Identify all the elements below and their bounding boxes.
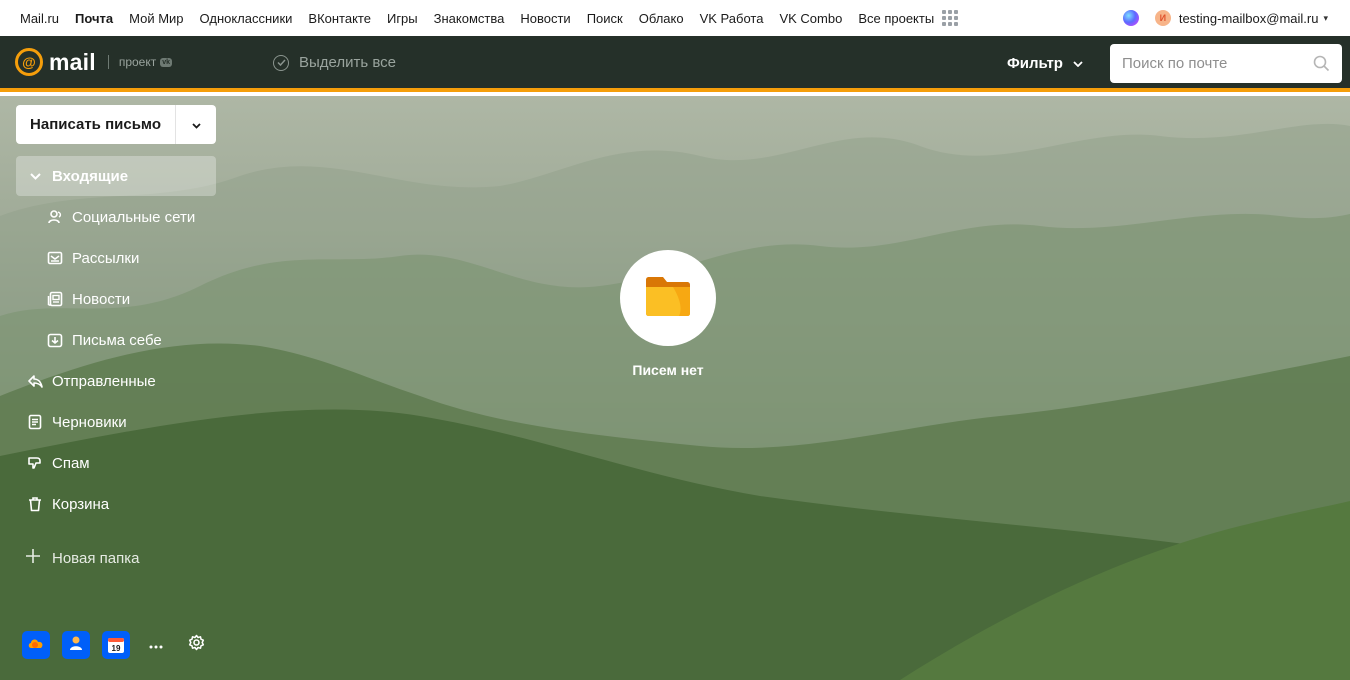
search-input[interactable] bbox=[1122, 55, 1312, 72]
user-email[interactable]: testing-mailbox@mail.ru bbox=[1179, 11, 1319, 26]
trash-icon bbox=[26, 495, 44, 513]
apps-grid-icon[interactable] bbox=[942, 10, 959, 26]
more-apps-button[interactable] bbox=[142, 631, 170, 659]
sidebar-item-label: Письма себе bbox=[72, 331, 162, 349]
sidebar-item-newsletters[interactable]: Рассылки bbox=[16, 238, 216, 278]
draft-document-icon bbox=[26, 413, 44, 431]
sidebar-item-spam[interactable]: Спам bbox=[16, 443, 216, 483]
select-all-button[interactable]: Выделить все bbox=[273, 54, 396, 71]
portal-link-moy-mir[interactable]: Мой Мир bbox=[129, 11, 183, 26]
portal-link-mailru[interactable]: Mail.ru bbox=[20, 11, 59, 26]
cloud-app-button[interactable] bbox=[22, 631, 50, 659]
more-dots-icon bbox=[149, 636, 163, 654]
compose-row: Написать письмо bbox=[16, 105, 216, 144]
sidebar-item-sent[interactable]: Отправленные bbox=[16, 361, 216, 401]
chevron-down-icon bbox=[191, 116, 201, 134]
sidebar-item-inbox[interactable]: Входящие bbox=[16, 156, 216, 196]
portal-user-area: И testing-mailbox@mail.ru ▾ bbox=[1122, 0, 1328, 36]
newspaper-icon bbox=[46, 290, 64, 308]
sidebar-item-news[interactable]: Новости bbox=[16, 279, 216, 319]
portal-link-igry[interactable]: Игры bbox=[387, 11, 418, 26]
user-menu-caret-icon[interactable]: ▾ bbox=[1323, 13, 1328, 24]
gear-icon bbox=[188, 634, 205, 656]
portal-link-vk-rabota[interactable]: VK Работа bbox=[700, 11, 764, 26]
chevron-down-icon[interactable] bbox=[26, 167, 44, 185]
select-all-label: Выделить все bbox=[299, 54, 397, 71]
empty-state-label: Писем нет bbox=[632, 362, 704, 378]
sidebar-item-label: Спам bbox=[52, 454, 90, 472]
sidebar-item-trash[interactable]: Корзина bbox=[16, 484, 216, 524]
search-icon[interactable] bbox=[1313, 55, 1330, 77]
compose-options-button[interactable] bbox=[176, 105, 216, 144]
avatar[interactable]: И bbox=[1154, 10, 1171, 26]
plus-icon bbox=[26, 549, 40, 568]
sidebar-item-label: Рассылки bbox=[72, 249, 140, 267]
sidebar: Написать письмо Входящие Социальные сети… bbox=[16, 105, 216, 567]
logo-text: mail bbox=[49, 48, 96, 75]
portal-link-vk-combo[interactable]: VK Combo bbox=[779, 11, 842, 26]
contact-person-icon bbox=[69, 635, 83, 656]
portal-bar: Mail.ru Почта Мой Мир Одноклассники ВКон… bbox=[0, 0, 1350, 36]
check-circle-icon bbox=[273, 54, 289, 71]
empty-state: Писем нет bbox=[600, 250, 736, 378]
mail-logo[interactable]: @ mail проект vk bbox=[15, 48, 173, 76]
bottom-tools: 19 bbox=[22, 631, 222, 659]
marusia-assistant-icon[interactable] bbox=[1122, 10, 1139, 26]
vk-badge: vk bbox=[160, 57, 173, 67]
newsletter-icon bbox=[46, 249, 64, 267]
new-folder-button[interactable]: Новая папка bbox=[26, 549, 139, 568]
sidebar-item-label: Новости bbox=[72, 290, 131, 308]
sidebar-item-drafts[interactable]: Черновики bbox=[16, 402, 216, 442]
portal-link-pochta[interactable]: Почта bbox=[75, 11, 113, 26]
portal-link-vkontakte[interactable]: ВКонтакте bbox=[308, 11, 371, 26]
new-folder-label: Новая папка bbox=[52, 550, 140, 567]
calendar-icon: 19 bbox=[108, 638, 124, 653]
logo-at-icon: @ bbox=[15, 48, 43, 76]
cloud-icon bbox=[27, 636, 45, 655]
sidebar-item-label: Отправленные bbox=[52, 372, 156, 390]
sent-arrow-icon bbox=[26, 372, 44, 390]
people-icon bbox=[46, 208, 64, 226]
logo-divider bbox=[107, 55, 109, 69]
chevron-down-icon bbox=[1073, 54, 1083, 72]
sidebar-item-label: Социальные сети bbox=[72, 208, 196, 226]
portal-link-novosti[interactable]: Новости bbox=[520, 11, 570, 26]
compose-button[interactable]: Написать письмо bbox=[16, 105, 176, 144]
sidebar-item-social[interactable]: Социальные сети bbox=[16, 197, 216, 237]
filter-label: Фильтр bbox=[1007, 54, 1063, 72]
folder-icon bbox=[643, 273, 693, 324]
portal-link-all-projects[interactable]: Все проекты bbox=[858, 11, 934, 26]
empty-state-circle bbox=[620, 250, 716, 346]
portal-link-znakomstva[interactable]: Знакомства bbox=[434, 11, 505, 26]
portal-nav: Mail.ru Почта Мой Мир Одноклассники ВКон… bbox=[20, 10, 959, 26]
portal-link-oblako[interactable]: Облако bbox=[639, 11, 684, 26]
calendar-day-number: 19 bbox=[112, 644, 121, 653]
sidebar-item-to-self[interactable]: Письма себе bbox=[16, 320, 216, 360]
settings-button[interactable] bbox=[182, 631, 210, 659]
logo-project-label: проект bbox=[118, 55, 157, 69]
sidebar-item-label: Корзина bbox=[52, 495, 110, 513]
portal-link-odnoklassniki[interactable]: Одноклассники bbox=[200, 11, 293, 26]
sidebar-item-label: Входящие bbox=[52, 167, 129, 185]
calendar-app-button[interactable]: 19 bbox=[102, 631, 130, 659]
spam-thumbs-down-icon bbox=[26, 454, 44, 472]
filter-dropdown[interactable]: Фильтр bbox=[1007, 54, 1083, 72]
contacts-app-button[interactable] bbox=[62, 631, 90, 659]
search-box bbox=[1110, 44, 1342, 83]
sidebar-item-label: Черновики bbox=[52, 413, 127, 431]
inbox-download-icon bbox=[46, 331, 64, 349]
portal-link-poisk[interactable]: Поиск bbox=[587, 11, 623, 26]
mail-header: @ mail проект vk Выделить все Фильтр bbox=[0, 36, 1350, 92]
